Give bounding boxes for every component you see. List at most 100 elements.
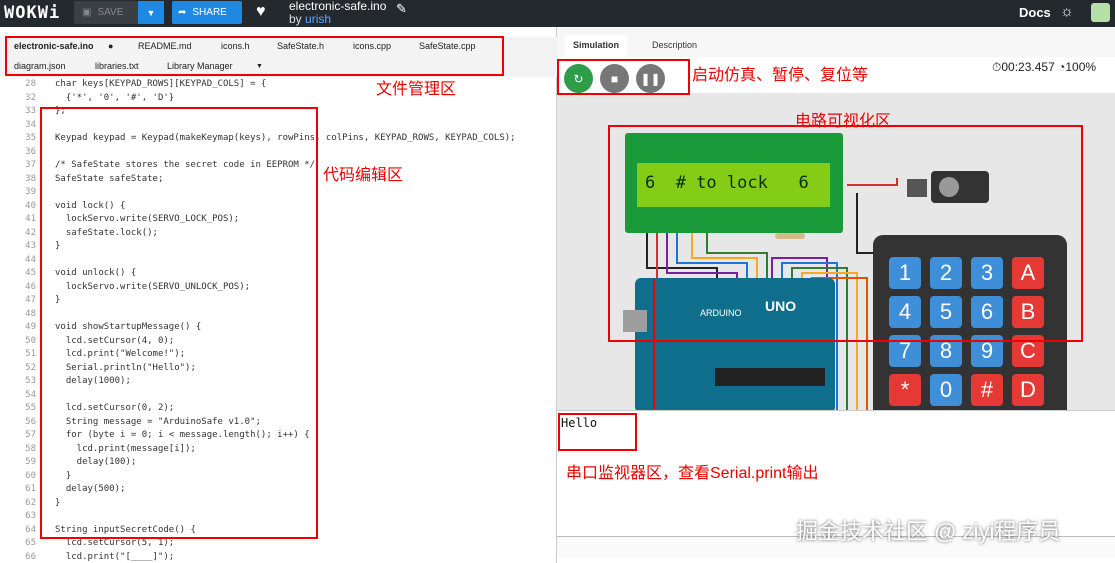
code-line[interactable]: {'*', '0', '#', 'D'} [55, 93, 174, 103]
code-line[interactable]: void lock() { [55, 201, 125, 211]
avatar[interactable] [1091, 3, 1110, 22]
code-line[interactable]: lcd.setCursor(5, 1); [55, 538, 174, 548]
tab-electronic-safe[interactable]: electronic-safe.ino [14, 41, 94, 51]
code-line[interactable]: lcd.print("Welcome!"); [55, 349, 185, 359]
code-line[interactable]: void unlock() { [55, 268, 136, 278]
code-line[interactable]: lcd.setCursor(0, 2); [55, 403, 174, 413]
line-number: 61 [25, 484, 36, 494]
lcd-display: 6 # to lock 6 [637, 163, 830, 207]
line-number: 43 [25, 241, 36, 251]
code-line[interactable]: Serial.println("Hello"); [55, 363, 196, 373]
note-files: 文件管理区 [376, 81, 457, 98]
tab-description[interactable]: Description [644, 35, 705, 57]
stop-button[interactable]: ■ [600, 64, 629, 93]
heart-icon[interactable]: ♥ [256, 3, 266, 21]
line-number: 47 [25, 295, 36, 305]
line-number: 38 [25, 173, 36, 184]
tab-icons-cpp[interactable]: icons.cpp [353, 41, 391, 51]
save-dropdown-button[interactable]: ▼ [138, 1, 164, 24]
share-button[interactable]: ➦ SHARE [172, 1, 242, 24]
code-line[interactable]: lcd.print("[____]"); [55, 552, 174, 562]
code-line[interactable]: } [55, 498, 60, 508]
keypad-key[interactable]: 8 [930, 335, 962, 367]
keypad-key[interactable]: 7 [889, 335, 921, 367]
sim-tabs: Simulation Description [557, 27, 1115, 57]
tab-icons-h[interactable]: icons.h [221, 41, 250, 51]
tab-libraries-txt[interactable]: libraries.txt [95, 61, 139, 71]
code-line[interactable]: safeState.lock(); [55, 228, 158, 238]
keypad-key[interactable]: B [1012, 296, 1044, 328]
keypad-key[interactable]: 2 [930, 257, 962, 289]
code-line[interactable]: } [55, 241, 60, 251]
code-line[interactable]: lockServo.write(SERVO_LOCK_POS); [55, 214, 239, 224]
code-line[interactable]: }; [55, 106, 66, 116]
theme-sun-icon[interactable]: ☼ [1060, 3, 1074, 20]
line-number: 36 [25, 146, 36, 157]
tab-diagram-json[interactable]: diagram.json [14, 61, 66, 71]
line-number: 56 [25, 416, 36, 427]
line-number: 50 [25, 335, 36, 346]
line-number: 45 [25, 268, 36, 278]
code-line[interactable]: String message = "ArduinoSafe v1.0"; [55, 417, 261, 427]
chevron-down-icon[interactable]: ▼ [256, 63, 263, 70]
keypad-key[interactable]: 4 [889, 296, 921, 328]
tab-library-manager[interactable]: Library Manager [167, 61, 233, 71]
note-code: 代码编辑区 [323, 167, 404, 184]
line-number: 33 [25, 106, 36, 116]
sim-timer: ⏱00:23.457 ◔100% [992, 60, 1096, 75]
code-line[interactable]: for (byte i = 0; i < message.length(); i… [55, 430, 310, 440]
code-line[interactable]: lcd.print(message[i]); [55, 444, 196, 454]
pause-button[interactable]: ❚❚ [636, 64, 665, 93]
share-icon: ➦ [178, 7, 187, 18]
circuit-canvas[interactable]: 6 # to lock 6 ARDUINO UNO 1 2 3 A 4 5 6 B 7 8 9 C * 0… [557, 93, 1115, 410]
line-number: 42 [25, 227, 36, 238]
wokwi-logo[interactable]: WOKWi [4, 3, 60, 23]
keypad-key[interactable]: A [1012, 257, 1044, 289]
line-number: 46 [25, 281, 36, 292]
keypad-key[interactable]: 6 [971, 296, 1003, 328]
tab-safestate-cpp[interactable]: SafeState.cpp [419, 41, 476, 51]
pause-icon: ❚❚ [640, 71, 661, 86]
restart-button[interactable]: ↻ [564, 64, 593, 93]
save-button[interactable]: ▣ SAVE [74, 1, 138, 24]
keypad-key[interactable]: 5 [930, 296, 962, 328]
keypad-key[interactable]: 1 [889, 257, 921, 289]
code-line[interactable]: lcd.setCursor(4, 0); [55, 336, 174, 346]
keypad-key[interactable]: # [971, 374, 1003, 406]
code-line[interactable]: /* SafeState stores the secret code in E… [55, 160, 315, 170]
code-line[interactable]: delay(100); [55, 457, 137, 467]
serial-output: Hello [561, 416, 598, 430]
save-icon: ▣ [82, 7, 92, 18]
code-line[interactable]: void showStartupMessage() { [55, 322, 201, 332]
keypad-key[interactable]: 9 [971, 335, 1003, 367]
share-label: SHARE [192, 7, 227, 18]
tab-simulation[interactable]: Simulation [565, 35, 628, 57]
code-line[interactable]: delay(1000); [55, 376, 131, 386]
edit-pencil-icon[interactable]: ✎ [396, 1, 407, 17]
servo-motor [931, 171, 989, 203]
code-area[interactable]: 28 char keys[KEYPAD_ROWS][KEYPAD_COLS] = … [0, 77, 557, 563]
stop-icon: ■ [610, 71, 619, 86]
keypad-key[interactable]: 3 [971, 257, 1003, 289]
keypad-key[interactable]: 0 [930, 374, 962, 406]
code-line[interactable]: delay(500); [55, 484, 126, 494]
keypad-key[interactable]: D [1012, 374, 1044, 406]
keypad-key[interactable]: * [889, 374, 921, 406]
line-number: 53 [25, 376, 36, 386]
code-line[interactable]: } [55, 295, 60, 305]
keypad-key[interactable]: C [1012, 335, 1044, 367]
tab-safestate-h[interactable]: SafeState.h [277, 41, 324, 51]
code-line[interactable]: } [55, 471, 71, 481]
code-line[interactable]: char keys[KEYPAD_ROWS][KEYPAD_COLS] = { [55, 79, 266, 89]
note-controls: 启动仿真、暂停、复位等 [692, 67, 869, 84]
code-line[interactable]: SafeState safeState; [55, 174, 163, 184]
tab-readme[interactable]: README.md [138, 41, 192, 51]
docs-link[interactable]: Docs [1019, 5, 1051, 20]
code-line[interactable]: lockServo.write(SERVO_UNLOCK_POS); [55, 282, 250, 292]
code-line[interactable]: Keypad keypad = Keypad(makeKeymap(keys),… [55, 133, 516, 143]
author-link[interactable]: urish [305, 12, 331, 26]
watermark: 掘金技术社区 @ ziyi程序员 [796, 519, 1061, 544]
servo-connector [907, 179, 927, 197]
restart-icon: ↻ [573, 71, 584, 86]
code-line[interactable]: String inputSecretCode() { [55, 525, 196, 535]
